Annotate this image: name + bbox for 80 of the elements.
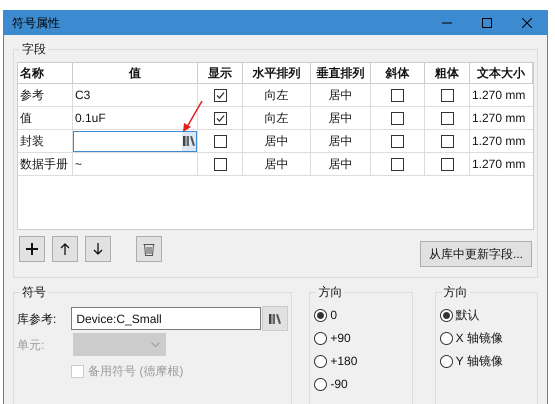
add-button[interactable] bbox=[19, 236, 45, 262]
column-header: 值 bbox=[73, 63, 198, 83]
arrow-up-icon bbox=[60, 243, 70, 255]
checkbox[interactable] bbox=[440, 112, 454, 124]
column-header: 水平排列 bbox=[243, 63, 311, 83]
table-cell: 向左 bbox=[243, 84, 311, 106]
maximize-icon bbox=[482, 18, 492, 28]
radio-button[interactable] bbox=[314, 355, 328, 368]
checkbox[interactable] bbox=[391, 134, 404, 148]
move-up-button[interactable] bbox=[52, 236, 78, 262]
radio-label: +90 bbox=[330, 331, 351, 346]
close-icon bbox=[522, 18, 532, 28]
table-cell: 参考 bbox=[18, 84, 73, 106]
checkbox[interactable] bbox=[214, 88, 226, 102]
checkbox[interactable] bbox=[214, 158, 226, 170]
column-header: 斜体 bbox=[371, 63, 425, 83]
table-cell: 值 bbox=[18, 107, 73, 129]
arrow-down-icon bbox=[93, 243, 103, 255]
checkbox[interactable] bbox=[440, 88, 454, 102]
group-title: 方向 bbox=[442, 284, 470, 300]
column-header: 文本大小 bbox=[470, 63, 533, 83]
radio-button[interactable] bbox=[314, 332, 328, 345]
checkbox[interactable] bbox=[391, 158, 404, 170]
books-icon bbox=[182, 135, 196, 147]
checkbox[interactable] bbox=[214, 112, 226, 124]
table-cell: 居中 bbox=[311, 84, 371, 106]
delete-button[interactable] bbox=[136, 236, 162, 262]
group-title: 方向 bbox=[316, 284, 344, 300]
checkbox[interactable] bbox=[214, 134, 226, 148]
chevron-down-icon bbox=[151, 342, 160, 347]
table-cell-text: 1.270 mm bbox=[471, 133, 526, 150]
move-down-button[interactable] bbox=[85, 236, 111, 262]
table-cell: 居中 bbox=[243, 153, 311, 175]
table-cell: 数据手册 bbox=[18, 153, 73, 175]
column-header: 粗体 bbox=[425, 63, 470, 83]
checkbox[interactable] bbox=[391, 88, 404, 102]
trash-icon bbox=[143, 242, 155, 256]
radio-label: -90 bbox=[330, 377, 348, 392]
table-cell-text: 0.1uF bbox=[74, 110, 106, 127]
radio-label: 0 bbox=[330, 308, 338, 323]
radio-label: 默认 bbox=[456, 308, 480, 323]
group-title: 字段 bbox=[20, 41, 48, 57]
table-cell-text: C3 bbox=[74, 87, 90, 104]
column-header: 垂直排列 bbox=[311, 63, 371, 83]
column-header: 名称 bbox=[18, 63, 73, 83]
browse-button[interactable] bbox=[182, 132, 196, 150]
table-cell: 居中 bbox=[311, 107, 371, 129]
table-cell: 向左 bbox=[243, 107, 311, 129]
radio-label: +180 bbox=[330, 354, 358, 369]
radio-button[interactable] bbox=[314, 378, 328, 391]
value-field[interactable] bbox=[73, 130, 197, 152]
plus-icon bbox=[26, 243, 38, 255]
update-fields-button[interactable]: 从库中更新字段... bbox=[420, 241, 532, 267]
table-cell-text: ~ bbox=[74, 156, 82, 173]
table-cell: 居中 bbox=[243, 130, 311, 152]
table-cell: 居中 bbox=[311, 130, 371, 152]
table-cell-text: 1.270 mm bbox=[471, 156, 526, 173]
checkbox[interactable] bbox=[440, 158, 454, 170]
table-cell-text: 1.270 mm bbox=[471, 87, 526, 104]
table-cell: 居中 bbox=[311, 153, 371, 175]
checkbox[interactable] bbox=[391, 112, 404, 124]
column-header: 显示 bbox=[198, 63, 243, 83]
library-reference-field[interactable]: Device:C_Small bbox=[71, 307, 262, 330]
checkbox-label: 备用符号 (德摩根) bbox=[88, 363, 184, 380]
radio-button[interactable] bbox=[314, 309, 328, 322]
radio-label: Y 轴镜像 bbox=[456, 354, 503, 369]
radio-button[interactable] bbox=[440, 309, 453, 322]
group-title: 符号 bbox=[20, 284, 48, 300]
radio-button[interactable] bbox=[440, 355, 453, 368]
checkbox[interactable] bbox=[440, 134, 454, 148]
minimize-icon bbox=[442, 22, 452, 24]
browse-library-button[interactable] bbox=[262, 306, 288, 331]
radio-button[interactable] bbox=[440, 332, 453, 345]
annotation-arrow bbox=[182, 100, 204, 133]
radio-label: X 轴镜像 bbox=[456, 331, 504, 346]
field-label: 单元: bbox=[17, 336, 44, 354]
window-title: 符号属性 bbox=[12, 15, 61, 32]
books-icon bbox=[268, 312, 282, 324]
field-label: 库参考: bbox=[17, 310, 56, 328]
table-cell-text: 1.270 mm bbox=[471, 110, 526, 127]
